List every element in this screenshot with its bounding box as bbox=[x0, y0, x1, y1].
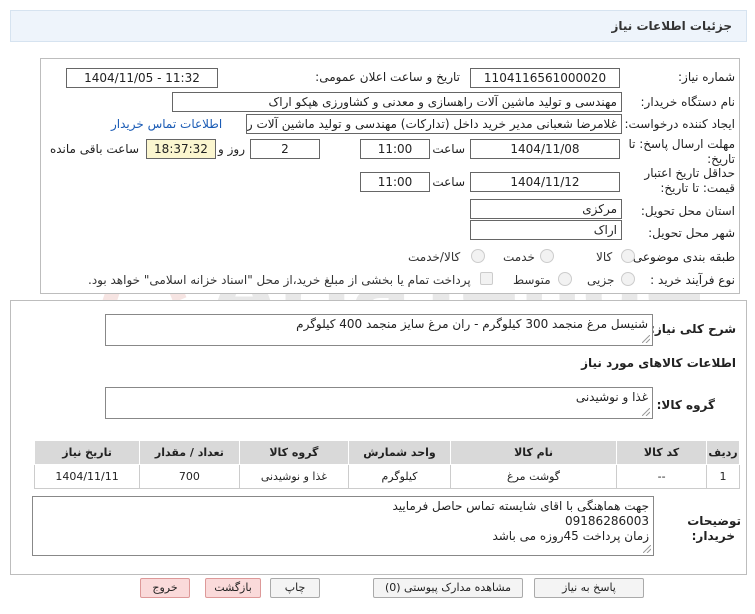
remaining-time-label: ساعت باقی مانده bbox=[49, 142, 139, 156]
need-number-label: شماره نیاز: bbox=[678, 70, 735, 84]
cell-group: غذا و نوشیدنی bbox=[238, 464, 350, 489]
cell-name: گوشت مرغ bbox=[449, 464, 618, 489]
process-partial-radio[interactable] bbox=[621, 272, 635, 286]
summary-textarea[interactable]: شنیسل مرغ منجمد 300 کیلوگرم - ران مرغ سا… bbox=[105, 314, 653, 346]
resize-handle-icon[interactable] bbox=[643, 545, 651, 553]
announce-date-label: تاریخ و ساعت اعلان عمومی: bbox=[315, 70, 460, 84]
announce-date-field: 1404/11/05 - 11:32 bbox=[66, 68, 218, 88]
process-medium-text: متوسط bbox=[513, 273, 551, 287]
buyer-notes-label-line1: توضیحات bbox=[687, 514, 741, 528]
need-details-page: جزئیات اطلاعات نیاز AriaTender.neT شماره… bbox=[0, 0, 755, 614]
deadline-time-field: 11:00 bbox=[360, 139, 430, 159]
buyer-notes-textarea[interactable]: جهت هماهنگی با اقای شایسته تماس حاصل فرم… bbox=[32, 496, 654, 556]
cell-code: -- bbox=[616, 464, 707, 489]
goods-group-label: گروه کالا: bbox=[656, 398, 715, 412]
days-label: روز و bbox=[218, 142, 245, 156]
deadline-label-line1: مهلت ارسال پاسخ: تا bbox=[628, 137, 735, 151]
col-header-code: کد کالا bbox=[616, 440, 707, 465]
remaining-time-field: 18:37:32 bbox=[146, 139, 216, 159]
col-header-name: نام کالا bbox=[449, 440, 618, 465]
goods-group-text: غذا و نوشیدنی bbox=[575, 390, 648, 404]
buyer-notes-line: زمان پرداخت 45روزه می باشد bbox=[492, 529, 649, 543]
back-button[interactable]: بازگشت bbox=[205, 578, 261, 598]
col-header-group: گروه کالا bbox=[238, 440, 350, 465]
deadline-date-field: 1404/11/08 bbox=[470, 139, 620, 159]
deadline-label-line2: تاریخ: bbox=[707, 152, 735, 166]
goods-info-heading: اطلاعات کالاهای مورد نیاز bbox=[581, 356, 736, 370]
city-field: اراک bbox=[470, 220, 622, 240]
province-field: مرکزی bbox=[470, 199, 622, 219]
requester-field: غلامرضا شعبانی مدیر خرید داخل (تدارکات) … bbox=[246, 114, 622, 134]
process-partial-text: جزیی bbox=[587, 273, 615, 287]
category-label: طبقه بندی موضوعی: bbox=[628, 250, 735, 264]
buyer-notes-label-line2: خریدار: bbox=[691, 529, 735, 543]
buyer-contact-link[interactable]: اطلاعات تماس خریدار bbox=[111, 117, 222, 131]
category-goods-service-text: کالا/خدمت bbox=[408, 250, 461, 264]
col-header-unit: واحد شمارش bbox=[348, 440, 451, 465]
cell-unit: کیلوگرم bbox=[348, 464, 451, 489]
deadline-time-label: ساعت bbox=[432, 142, 465, 156]
col-header-row-number: ردیف bbox=[705, 440, 741, 465]
need-number-field: 1104116561000020 bbox=[470, 68, 620, 88]
validity-time-field: 11:00 bbox=[360, 172, 430, 192]
category-goods-text: کالا bbox=[596, 250, 613, 264]
buyer-field: مهندسی و تولید ماشین آلات راهسازی و معدن… bbox=[172, 92, 622, 112]
process-label: نوع فرآیند خرید : bbox=[650, 273, 735, 287]
validity-label-line1: حداقل تاریخ اعتبار bbox=[644, 166, 735, 180]
validity-label-line2: قیمت: تا تاریخ: bbox=[660, 181, 735, 195]
goods-group-textarea[interactable]: غذا و نوشیدنی bbox=[105, 387, 653, 419]
buyer-notes-line: جهت هماهنگی با اقای شایسته تماس حاصل فرم… bbox=[392, 499, 650, 513]
category-service-radio[interactable] bbox=[540, 249, 554, 263]
treasury-payment-checkbox[interactable] bbox=[480, 272, 493, 285]
city-label: شهر محل تحویل: bbox=[648, 226, 735, 240]
cell-row-number: 1 bbox=[705, 464, 741, 489]
cell-quantity: 700 bbox=[139, 464, 240, 489]
table-header-row: ردیف کد کالا نام کالا واحد شمارش گروه کا… bbox=[33, 440, 741, 465]
goods-table: ردیف کد کالا نام کالا واحد شمارش گروه کا… bbox=[33, 440, 741, 489]
resize-handle-icon[interactable] bbox=[642, 335, 650, 343]
reply-button[interactable]: پاسخ به نیاز bbox=[534, 578, 644, 598]
col-header-need-date: تاریخ نیاز bbox=[33, 440, 141, 465]
process-medium-radio[interactable] bbox=[558, 272, 572, 286]
validity-time-label: ساعت bbox=[432, 175, 465, 189]
col-header-quantity: تعداد / مقدار bbox=[139, 440, 240, 465]
cell-need-date: 1404/11/11 bbox=[33, 464, 141, 489]
page-title: جزئیات اطلاعات نیاز bbox=[611, 19, 732, 33]
buyer-notes-line: 09186286003 bbox=[565, 514, 649, 528]
validity-date-field: 1404/11/12 bbox=[470, 172, 620, 192]
exit-button[interactable]: خروج bbox=[140, 578, 190, 598]
summary-label: شرح کلی نیاز: bbox=[650, 322, 736, 336]
table-row: 1 -- گوشت مرغ کیلوگرم غذا و نوشیدنی 700 … bbox=[33, 464, 741, 489]
days-remaining-field: 2 bbox=[250, 139, 320, 159]
category-goods-radio[interactable] bbox=[621, 249, 635, 263]
requester-label: ایجاد کننده درخواست: bbox=[624, 117, 735, 131]
buyer-label: نام دستگاه خریدار: bbox=[640, 95, 736, 109]
summary-text: شنیسل مرغ منجمد 300 کیلوگرم - ران مرغ سا… bbox=[296, 317, 648, 331]
category-goods-service-radio[interactable] bbox=[471, 249, 485, 263]
print-button[interactable]: چاپ bbox=[270, 578, 320, 598]
view-attachments-button[interactable]: مشاهده مدارک پیوستی (0) bbox=[373, 578, 523, 598]
resize-handle-icon[interactable] bbox=[642, 408, 650, 416]
province-label: استان محل تحویل: bbox=[640, 204, 735, 218]
treasury-payment-text: پرداخت تمام یا بخشی از مبلغ خرید،از محل … bbox=[88, 273, 471, 287]
page-header: جزئیات اطلاعات نیاز bbox=[10, 10, 747, 42]
category-service-text: خدمت bbox=[503, 250, 535, 264]
